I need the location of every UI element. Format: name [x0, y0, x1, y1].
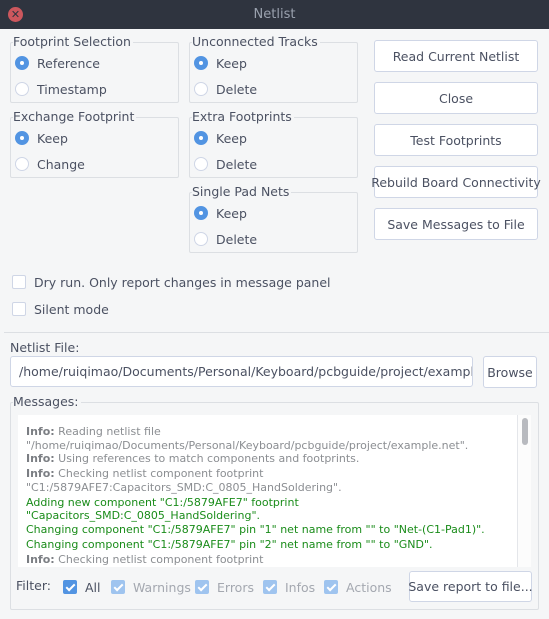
radio-indicator[interactable]: [15, 157, 29, 171]
filter-infos-label: Infos: [285, 579, 316, 595]
radio-indicator[interactable]: [194, 131, 208, 145]
messages-panel[interactable]: Info: Reading netlist file "/home/ruiqim…: [18, 415, 517, 567]
scrollbar-thumb[interactable]: [522, 418, 528, 445]
group-title: Messages:: [13, 394, 81, 410]
radio-indicator[interactable]: [194, 232, 208, 246]
radio-label: Keep: [216, 55, 247, 71]
group-title: Exchange Footprint: [13, 109, 137, 125]
radio-change-footprint[interactable]: Change: [15, 155, 85, 173]
title-bar: ✕ Netlist: [0, 0, 549, 29]
radio-label: Delete: [216, 231, 258, 247]
checkbox-indicator[interactable]: [111, 580, 125, 594]
radio-keep-extra[interactable]: Keep: [194, 129, 247, 147]
test-footprints-button[interactable]: Test Footprints: [374, 124, 538, 156]
radio-indicator[interactable]: [15, 56, 29, 70]
filter-all-label: All: [85, 579, 101, 595]
radio-delete-tracks[interactable]: Delete: [194, 80, 257, 98]
radio-keep-single-pad[interactable]: Keep: [194, 204, 247, 222]
radio-label: Timestamp: [37, 81, 107, 97]
checkbox-indicator[interactable]: [12, 302, 26, 316]
radio-label: Keep: [37, 130, 68, 146]
save-messages-to-file-button[interactable]: Save Messages to File: [374, 208, 538, 240]
radio-indicator[interactable]: [15, 82, 29, 96]
checkbox-indicator[interactable]: [324, 580, 338, 594]
radio-indicator[interactable]: [194, 157, 208, 171]
filter-all-checkbox[interactable]: All: [63, 578, 101, 596]
separator: [4, 332, 549, 333]
checkbox-indicator[interactable]: [263, 580, 277, 594]
unconnected-tracks-group: Unconnected Tracks Keep Delete: [189, 34, 358, 103]
silent-mode-label: Silent mode: [34, 301, 109, 317]
filter-warnings-checkbox[interactable]: Warnings: [111, 578, 191, 596]
filter-label: Filter:: [16, 578, 51, 593]
group-title: Unconnected Tracks: [192, 34, 320, 50]
single-pad-nets-group: Single Pad Nets Keep Delete: [189, 184, 358, 253]
netlist-file-input[interactable]: /home/ruiqimao/Documents/Personal/Keyboa…: [10, 356, 473, 387]
radio-label: Keep: [216, 205, 247, 221]
message-line: Info: Checking netlist component footpri…: [26, 552, 342, 568]
radio-label: Change: [37, 156, 85, 172]
message-line: Info: Using references to match componen…: [26, 452, 360, 465]
filter-errors-label: Errors: [217, 579, 254, 595]
radio-label: Delete: [216, 81, 258, 97]
radio-indicator[interactable]: [194, 82, 208, 96]
messages-scrollbar[interactable]: [517, 415, 531, 567]
radio-delete-single-pad[interactable]: Delete: [194, 230, 257, 248]
radio-label: Delete: [216, 156, 258, 172]
rebuild-board-connectivity-button[interactable]: Rebuild Board Connectivity: [371, 166, 541, 198]
save-report-button[interactable]: Save report to file...: [408, 571, 533, 602]
group-title: Single Pad Nets: [192, 184, 292, 200]
filter-actions-label: Actions: [346, 579, 392, 595]
radio-indicator[interactable]: [15, 131, 29, 145]
message-line: Info: Checking netlist component footpri…: [26, 467, 342, 494]
message-line: Changing component "C1:/5879AFE7" pin "1…: [26, 522, 485, 536]
radio-delete-extra[interactable]: Delete: [194, 155, 257, 173]
silent-mode-checkbox[interactable]: Silent mode: [12, 300, 109, 318]
exchange-footprint-group: Exchange Footprint Keep Change: [10, 109, 179, 178]
radio-indicator[interactable]: [194, 206, 208, 220]
filter-errors-checkbox[interactable]: Errors: [195, 578, 254, 596]
checkbox-indicator[interactable]: [63, 580, 77, 594]
read-current-netlist-button[interactable]: Read Current Netlist: [374, 40, 538, 72]
footprint-selection-group: Footprint Selection Reference Timestamp: [10, 34, 179, 103]
window-title: Netlist: [253, 7, 296, 22]
extra-footprints-group: Extra Footprints Keep Delete: [189, 109, 358, 178]
group-title: Extra Footprints: [192, 109, 294, 125]
message-line: Info: Reading netlist file "/home/ruiqim…: [26, 425, 469, 452]
browse-button[interactable]: Browse: [483, 356, 537, 388]
radio-indicator[interactable]: [194, 56, 208, 70]
dry-run-checkbox[interactable]: Dry run. Only report changes in message …: [12, 273, 331, 291]
group-title: Footprint Selection: [13, 34, 133, 50]
checkbox-indicator[interactable]: [195, 580, 209, 594]
radio-keep-tracks[interactable]: Keep: [194, 54, 247, 72]
radio-keep-footprint[interactable]: Keep: [15, 129, 68, 147]
message-line: Changing component "C1:/5879AFE7" pin "2…: [26, 537, 433, 551]
radio-reference[interactable]: Reference: [15, 54, 100, 72]
netlist-file-label: Netlist File:: [10, 340, 80, 355]
radio-timestamp[interactable]: Timestamp: [15, 80, 107, 98]
message-line: Adding new component "C1:/5879AFE7" foot…: [26, 495, 299, 523]
radio-label: Reference: [37, 55, 100, 71]
checkbox-indicator[interactable]: [12, 275, 26, 289]
filter-warnings-label: Warnings: [133, 579, 191, 595]
radio-label: Keep: [216, 130, 247, 146]
close-button[interactable]: Close: [374, 82, 538, 114]
dry-run-label: Dry run. Only report changes in message …: [34, 274, 331, 290]
close-icon[interactable]: ✕: [8, 7, 23, 22]
filter-infos-checkbox[interactable]: Infos: [263, 578, 315, 596]
filter-actions-checkbox[interactable]: Actions: [324, 578, 392, 596]
